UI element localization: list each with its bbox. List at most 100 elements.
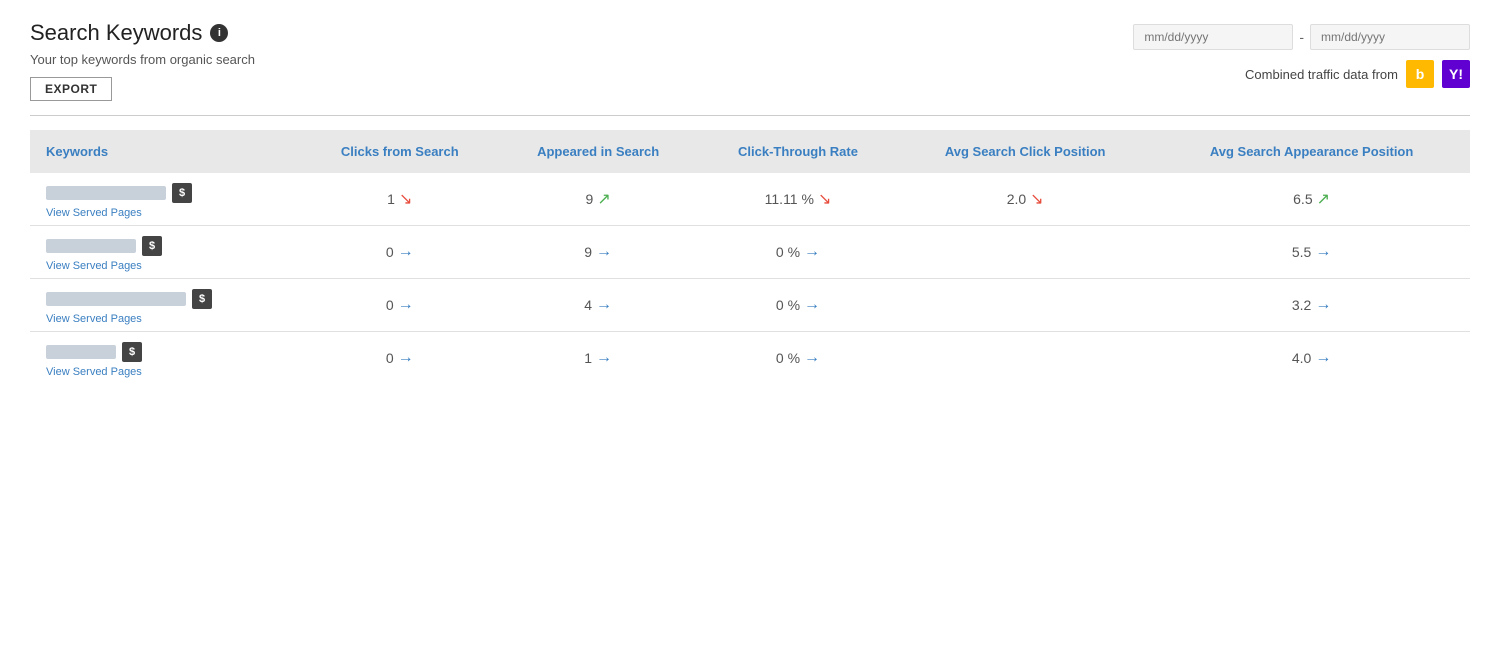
page-title: Search Keywords i bbox=[30, 20, 1133, 46]
arrow-right-icon: → bbox=[596, 243, 612, 261]
avg-appear-value: 3.2→ bbox=[1292, 296, 1331, 314]
avg-appear-number: 5.5 bbox=[1292, 244, 1311, 260]
keyword-cell: $ View Served Pages bbox=[30, 173, 302, 226]
clicks-value: 0→ bbox=[386, 243, 414, 261]
bing-icon: b bbox=[1406, 60, 1434, 88]
traffic-label: Combined traffic data from bbox=[1245, 67, 1398, 82]
header-avg-appear: Avg Search Appearance Position bbox=[1153, 130, 1470, 173]
clicks-cell: 1↘ bbox=[302, 173, 497, 226]
ctr-cell: 11.11 %↘ bbox=[699, 173, 897, 226]
clicks-number: 0 bbox=[386, 350, 394, 366]
avg-click-cell: 2.0↘ bbox=[897, 173, 1153, 226]
right-section: - Combined traffic data from b Y! bbox=[1133, 20, 1470, 88]
ctr-number: 0 % bbox=[776, 350, 800, 366]
avg-appear-number: 6.5 bbox=[1293, 191, 1312, 207]
info-icon[interactable]: i bbox=[210, 24, 228, 42]
avg-appear-value: 4.0→ bbox=[1292, 349, 1331, 367]
subtitle: Your top keywords from organic search bbox=[30, 52, 1133, 67]
table-row: $ View Served Pages 1↘9↗11.11 %↘2.0↘6.5↗ bbox=[30, 173, 1470, 226]
appeared-number: 1 bbox=[584, 350, 592, 366]
arrow-right-icon: → bbox=[1315, 349, 1331, 367]
ctr-number: 11.11 % bbox=[765, 191, 814, 207]
dollar-badge[interactable]: $ bbox=[142, 236, 162, 256]
appeared-value: 4→ bbox=[584, 296, 612, 314]
arrow-right-icon: → bbox=[596, 349, 612, 367]
header-ctr: Click-Through Rate bbox=[699, 130, 897, 173]
appeared-cell: 4→ bbox=[497, 279, 698, 332]
keyword-blurred-text bbox=[46, 239, 136, 253]
appeared-number: 9 bbox=[586, 191, 594, 207]
avg-appear-number: 4.0 bbox=[1292, 350, 1311, 366]
avg-click-cell bbox=[897, 279, 1153, 332]
arrow-down-icon: ↘ bbox=[1030, 189, 1043, 209]
clicks-cell: 0→ bbox=[302, 279, 497, 332]
ctr-cell: 0 %→ bbox=[699, 332, 897, 385]
ctr-value: 0 %→ bbox=[776, 243, 820, 261]
date-from-input[interactable] bbox=[1133, 24, 1293, 50]
title-section: Search Keywords i Your top keywords from… bbox=[30, 20, 1133, 101]
date-to-input[interactable] bbox=[1310, 24, 1470, 50]
table-row: $ View Served Pages 0→4→0 %→3.2→ bbox=[30, 279, 1470, 332]
arrow-right-icon: → bbox=[804, 243, 820, 261]
yahoo-icon: Y! bbox=[1442, 60, 1470, 88]
avg-appear-cell: 3.2→ bbox=[1153, 279, 1470, 332]
ctr-number: 0 % bbox=[776, 244, 800, 260]
appeared-value: 9→ bbox=[584, 243, 612, 261]
export-button[interactable]: EXPORT bbox=[30, 77, 112, 101]
avg-appear-value: 5.5→ bbox=[1292, 243, 1331, 261]
clicks-number: 1 bbox=[387, 191, 395, 207]
table-row: $ View Served Pages 0→9→0 %→5.5→ bbox=[30, 226, 1470, 279]
avg-appear-value: 6.5↗ bbox=[1293, 189, 1330, 209]
ctr-value: 0 %→ bbox=[776, 349, 820, 367]
dollar-badge[interactable]: $ bbox=[122, 342, 142, 362]
header-keywords: Keywords bbox=[30, 130, 302, 173]
clicks-value: 1↘ bbox=[387, 189, 412, 209]
table-header: Keywords Clicks from Search Appeared in … bbox=[30, 130, 1470, 173]
arrow-right-icon: → bbox=[804, 349, 820, 367]
clicks-number: 0 bbox=[386, 244, 394, 260]
keyword-name-row: $ bbox=[46, 183, 292, 203]
keyword-cell: $ View Served Pages bbox=[30, 332, 302, 385]
clicks-cell: 0→ bbox=[302, 332, 497, 385]
view-served-pages-link[interactable]: View Served Pages bbox=[46, 313, 292, 325]
dollar-badge[interactable]: $ bbox=[172, 183, 192, 203]
arrow-up-icon: ↗ bbox=[597, 189, 610, 209]
avg-click-cell bbox=[897, 226, 1153, 279]
arrow-right-icon: → bbox=[1315, 243, 1331, 261]
keywords-table: Keywords Clicks from Search Appeared in … bbox=[30, 130, 1470, 384]
keyword-blurred-text bbox=[46, 186, 166, 200]
table-body: $ View Served Pages 1↘9↗11.11 %↘2.0↘6.5↗… bbox=[30, 173, 1470, 384]
appeared-value: 9↗ bbox=[586, 189, 611, 209]
avg-click-value: 2.0↘ bbox=[1007, 189, 1044, 209]
page-title-text: Search Keywords bbox=[30, 20, 202, 46]
avg-appear-cell: 4.0→ bbox=[1153, 332, 1470, 385]
view-served-pages-link[interactable]: View Served Pages bbox=[46, 366, 292, 378]
clicks-number: 0 bbox=[386, 297, 394, 313]
arrow-right-icon: → bbox=[398, 243, 414, 261]
dollar-badge[interactable]: $ bbox=[192, 289, 212, 309]
keyword-name-row: $ bbox=[46, 342, 292, 362]
arrow-right-icon: → bbox=[804, 296, 820, 314]
date-range-section: - bbox=[1133, 24, 1470, 50]
ctr-number: 0 % bbox=[776, 297, 800, 313]
avg-appear-cell: 5.5→ bbox=[1153, 226, 1470, 279]
arrow-right-icon: → bbox=[596, 296, 612, 314]
date-separator: - bbox=[1299, 29, 1304, 45]
arrow-right-icon: → bbox=[398, 296, 414, 314]
traffic-section: Combined traffic data from b Y! bbox=[1245, 60, 1470, 88]
header-avg-click: Avg Search Click Position bbox=[897, 130, 1153, 173]
arrow-down-icon: ↘ bbox=[818, 189, 831, 209]
avg-appear-number: 3.2 bbox=[1292, 297, 1311, 313]
view-served-pages-link[interactable]: View Served Pages bbox=[46, 260, 292, 272]
avg-appear-cell: 6.5↗ bbox=[1153, 173, 1470, 226]
arrow-right-icon: → bbox=[1315, 296, 1331, 314]
avg-click-cell bbox=[897, 332, 1153, 385]
ctr-value: 11.11 %↘ bbox=[765, 189, 832, 209]
clicks-cell: 0→ bbox=[302, 226, 497, 279]
header-section: Search Keywords i Your top keywords from… bbox=[30, 20, 1470, 101]
keyword-name-row: $ bbox=[46, 236, 292, 256]
arrow-down-icon: ↘ bbox=[399, 189, 412, 209]
appeared-number: 9 bbox=[584, 244, 592, 260]
clicks-value: 0→ bbox=[386, 349, 414, 367]
view-served-pages-link[interactable]: View Served Pages bbox=[46, 207, 292, 219]
